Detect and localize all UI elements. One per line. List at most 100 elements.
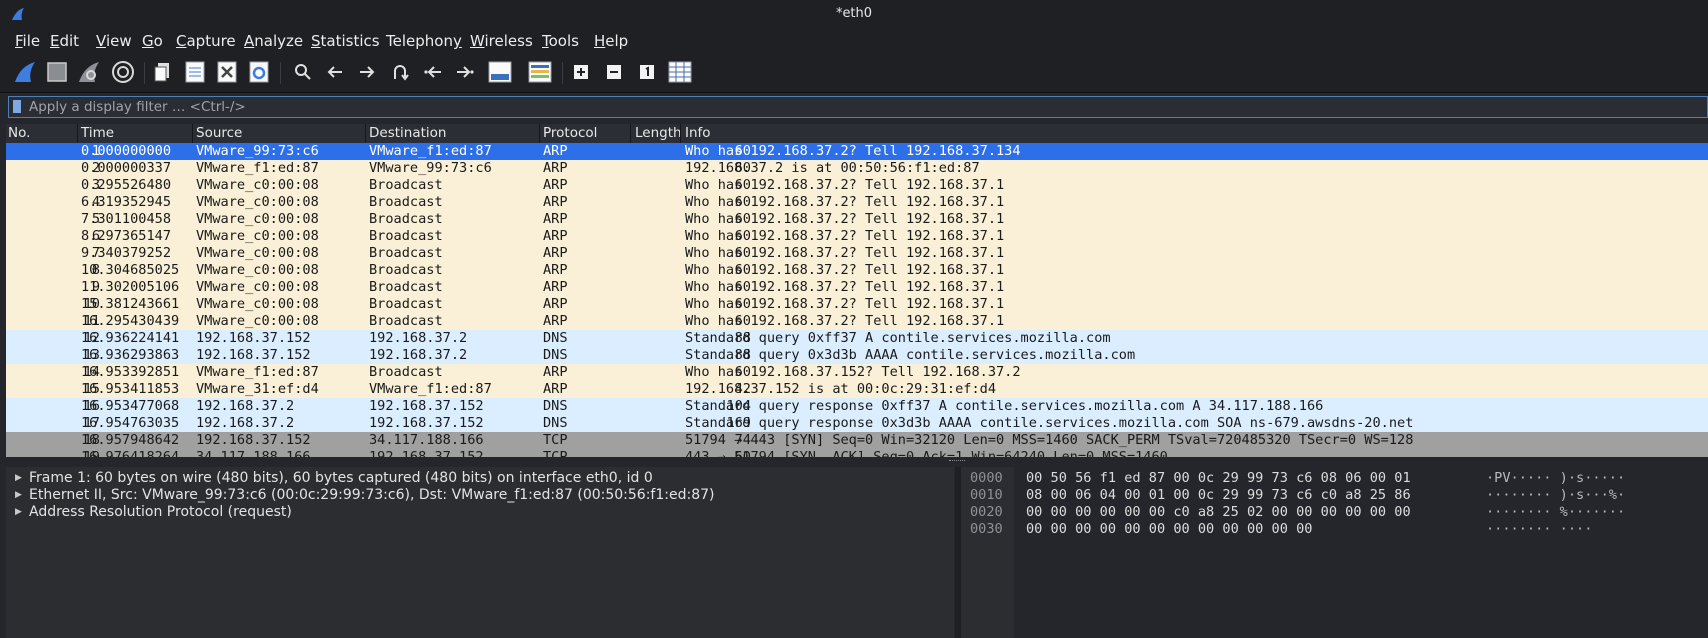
stop-capture-icon[interactable] bbox=[42, 57, 72, 87]
menu-statistics[interactable]: Statistics bbox=[311, 32, 380, 50]
packet-row[interactable]: 13 16.936293863 192.168.37.152 192.168.37.2… bbox=[6, 347, 1708, 364]
column-separator[interactable] bbox=[539, 124, 540, 143]
expand-arrow-icon[interactable]: ▶ bbox=[15, 470, 22, 487]
ascii-bytes[interactable]: ········ )·s···%· bbox=[1486, 487, 1625, 504]
packet-row[interactable]: 1 0.000000000 VMware_99:73:c6 VMware_f1:ed:… bbox=[6, 143, 1708, 160]
column-header-source[interactable]: Source bbox=[196, 125, 242, 143]
close-file-icon[interactable] bbox=[212, 57, 242, 87]
first-packet-icon[interactable] bbox=[418, 57, 448, 87]
cell-source: VMware_c0:00:08 bbox=[196, 262, 319, 278]
packet-row[interactable]: 4 6.319352945 VMware_c0:00:08 Broadcast ARP 6… bbox=[6, 194, 1708, 211]
cell-info: 51794 → 443 [SYN] Seq=0 Win=32120 Len=0 … bbox=[685, 432, 1414, 448]
packet-row[interactable]: 5 7.301100458 VMware_c0:00:08 Broadcast ARP 6… bbox=[6, 211, 1708, 228]
go-back-icon[interactable] bbox=[320, 57, 350, 87]
find-packet-icon[interactable] bbox=[288, 57, 318, 87]
menu-statistics-mnemonic: S bbox=[311, 32, 321, 50]
packet-row[interactable]: 6 8.297365147 VMware_c0:00:08 Broadcast ARP 6… bbox=[6, 228, 1708, 245]
packet-row[interactable]: 2 0.000000337 VMware_f1:ed:87 VMware_99:73:… bbox=[6, 160, 1708, 177]
cell-source: VMware_31:ef:d4 bbox=[196, 381, 319, 397]
cell-time: 0.000000337 bbox=[81, 160, 172, 176]
detail-text: Address Resolution Protocol (request) bbox=[29, 504, 292, 520]
hex-bytes[interactable]: 08 00 06 04 00 01 00 0c 29 99 73 c6 c0 a… bbox=[1026, 487, 1411, 504]
cell-destination: Broadcast bbox=[369, 279, 443, 295]
packet-row[interactable]: 7 9.340379252 VMware_c0:00:08 Broadcast ARP 6… bbox=[6, 245, 1708, 262]
detail-row-ethernet[interactable]: ▶ Ethernet II, Src: VMware_99:73:c6 (00:… bbox=[6, 487, 954, 504]
expand-arrow-icon[interactable]: ▶ bbox=[15, 504, 22, 521]
cell-protocol: ARP bbox=[543, 228, 568, 244]
ascii-bytes[interactable]: ·PV····· )·s····· bbox=[1486, 470, 1625, 487]
column-header-no[interactable]: No. bbox=[8, 125, 30, 143]
cell-destination: VMware_f1:ed:87 bbox=[369, 143, 492, 159]
expand-arrow-icon[interactable]: ▶ bbox=[15, 487, 22, 504]
ascii-bytes[interactable]: ········ %······· bbox=[1486, 504, 1625, 521]
hex-bytes[interactable]: 00 00 00 00 00 00 00 00 00 00 00 00 bbox=[1026, 521, 1312, 538]
packet-row[interactable]: 14 16.953392851 VMware_f1:ed:87 Broadcast AR… bbox=[6, 364, 1708, 381]
menu-file[interactable]: File bbox=[15, 32, 40, 50]
packet-details-pane[interactable]: ▶ Frame 1: 60 bytes on wire (480 bits), … bbox=[6, 467, 954, 638]
menu-capture[interactable]: Capture bbox=[176, 32, 236, 50]
cell-protocol: DNS bbox=[543, 347, 568, 363]
pane-splitter[interactable] bbox=[0, 457, 1708, 465]
display-filter-input[interactable] bbox=[29, 98, 1699, 116]
menu-tools[interactable]: Tools bbox=[542, 32, 579, 50]
start-capture-icon[interactable] bbox=[10, 57, 40, 87]
packet-row[interactable]: 18 16.957948642 192.168.37.152 34.117.188.1… bbox=[6, 432, 1708, 449]
packet-row[interactable]: 9 11.302005106 VMware_c0:00:08 Broadcast ARP… bbox=[6, 279, 1708, 296]
colorize-icon[interactable] bbox=[525, 57, 555, 87]
packet-row[interactable]: 15 16.953411853 VMware_31:ef:d4 VMware_f1:e… bbox=[6, 381, 1708, 398]
packet-row[interactable]: 3 0.295526480 VMware_c0:00:08 Broadcast ARP 6… bbox=[6, 177, 1708, 194]
column-separator[interactable] bbox=[630, 124, 631, 143]
capture-options-icon[interactable] bbox=[108, 57, 138, 87]
filter-bookmark-icon[interactable] bbox=[13, 100, 21, 113]
column-header-length[interactable]: Length bbox=[635, 125, 682, 143]
column-separator[interactable] bbox=[192, 124, 193, 143]
packet-row[interactable]: 17 16.954763035 192.168.37.2 192.168.37.152… bbox=[6, 415, 1708, 432]
reload-file-icon[interactable] bbox=[244, 57, 274, 87]
cell-source: 192.168.37.2 bbox=[196, 415, 295, 431]
packet-row[interactable]: 8 10.304685025 VMware_c0:00:08 Broadcast ARP… bbox=[6, 262, 1708, 279]
menu-wireless[interactable]: Wireless bbox=[470, 32, 533, 50]
column-header-time[interactable]: Time bbox=[81, 125, 114, 143]
detail-row-frame[interactable]: ▶ Frame 1: 60 bytes on wire (480 bits), … bbox=[6, 470, 954, 487]
packet-row[interactable]: 16 16.953477068 192.168.37.2 192.168.37.152… bbox=[6, 398, 1708, 415]
column-separator[interactable] bbox=[365, 124, 366, 143]
menu-analyze[interactable]: Analyze bbox=[244, 32, 303, 50]
column-header-info[interactable]: Info bbox=[685, 125, 711, 143]
menu-go-mnemonic: G bbox=[142, 32, 154, 50]
cell-protocol: ARP bbox=[543, 177, 568, 193]
autoscroll-icon[interactable] bbox=[485, 57, 515, 87]
packet-bytes-pane[interactable]: 0000 00 50 56 f1 ed 87 00 0c 29 99 73 c6… bbox=[961, 467, 1708, 638]
hex-bytes[interactable]: 00 00 00 00 00 00 c0 a8 25 02 00 00 00 0… bbox=[1026, 504, 1411, 521]
cell-source: VMware_c0:00:08 bbox=[196, 313, 319, 329]
packet-row[interactable]: 11 16.295430439 VMware_c0:00:08 Broadcast AR… bbox=[6, 313, 1708, 330]
last-packet-icon[interactable] bbox=[450, 57, 480, 87]
packet-row[interactable]: 10 15.381243661 VMware_c0:00:08 Broadcast AR… bbox=[6, 296, 1708, 313]
ascii-bytes[interactable]: ········ ···· bbox=[1486, 521, 1592, 538]
menu-telephony[interactable]: Telephony bbox=[386, 32, 462, 50]
column-header-protocol[interactable]: Protocol bbox=[543, 125, 597, 143]
menu-edit[interactable]: Edit bbox=[50, 32, 79, 50]
packet-list[interactable]: No. Time Source Destination Protocol Len… bbox=[6, 124, 1708, 457]
detail-row-arp[interactable]: ▶ Address Resolution Protocol (request) bbox=[6, 504, 954, 521]
cell-protocol: TCP bbox=[543, 432, 568, 448]
open-file-icon[interactable] bbox=[148, 57, 178, 87]
resize-columns-icon[interactable] bbox=[665, 57, 695, 87]
hex-bytes[interactable]: 00 50 56 f1 ed 87 00 0c 29 99 73 c6 08 0… bbox=[1026, 470, 1411, 487]
column-separator[interactable] bbox=[680, 124, 681, 143]
cell-source: VMware_c0:00:08 bbox=[196, 245, 319, 261]
go-to-packet-icon[interactable] bbox=[385, 57, 415, 87]
restart-capture-icon[interactable] bbox=[74, 57, 104, 87]
cell-info: Who has 192.168.37.2? Tell 192.168.37.1 bbox=[685, 313, 1005, 329]
packet-row[interactable]: 19 16.976418264 34.117.188.166 192.168.37.1… bbox=[6, 449, 1708, 457]
zoom-in-icon[interactable] bbox=[566, 57, 596, 87]
normal-size-icon[interactable] bbox=[632, 57, 662, 87]
save-file-icon[interactable] bbox=[180, 57, 210, 87]
menu-help[interactable]: Help bbox=[594, 32, 628, 50]
column-header-destination[interactable]: Destination bbox=[369, 125, 446, 143]
menu-go[interactable]: Go bbox=[142, 32, 163, 50]
column-separator[interactable] bbox=[77, 124, 78, 143]
menu-view[interactable]: View bbox=[96, 32, 132, 50]
go-forward-icon[interactable] bbox=[352, 57, 382, 87]
packet-row[interactable]: 12 16.936224141 192.168.37.152 192.168.37.2… bbox=[6, 330, 1708, 347]
zoom-out-icon[interactable] bbox=[599, 57, 629, 87]
